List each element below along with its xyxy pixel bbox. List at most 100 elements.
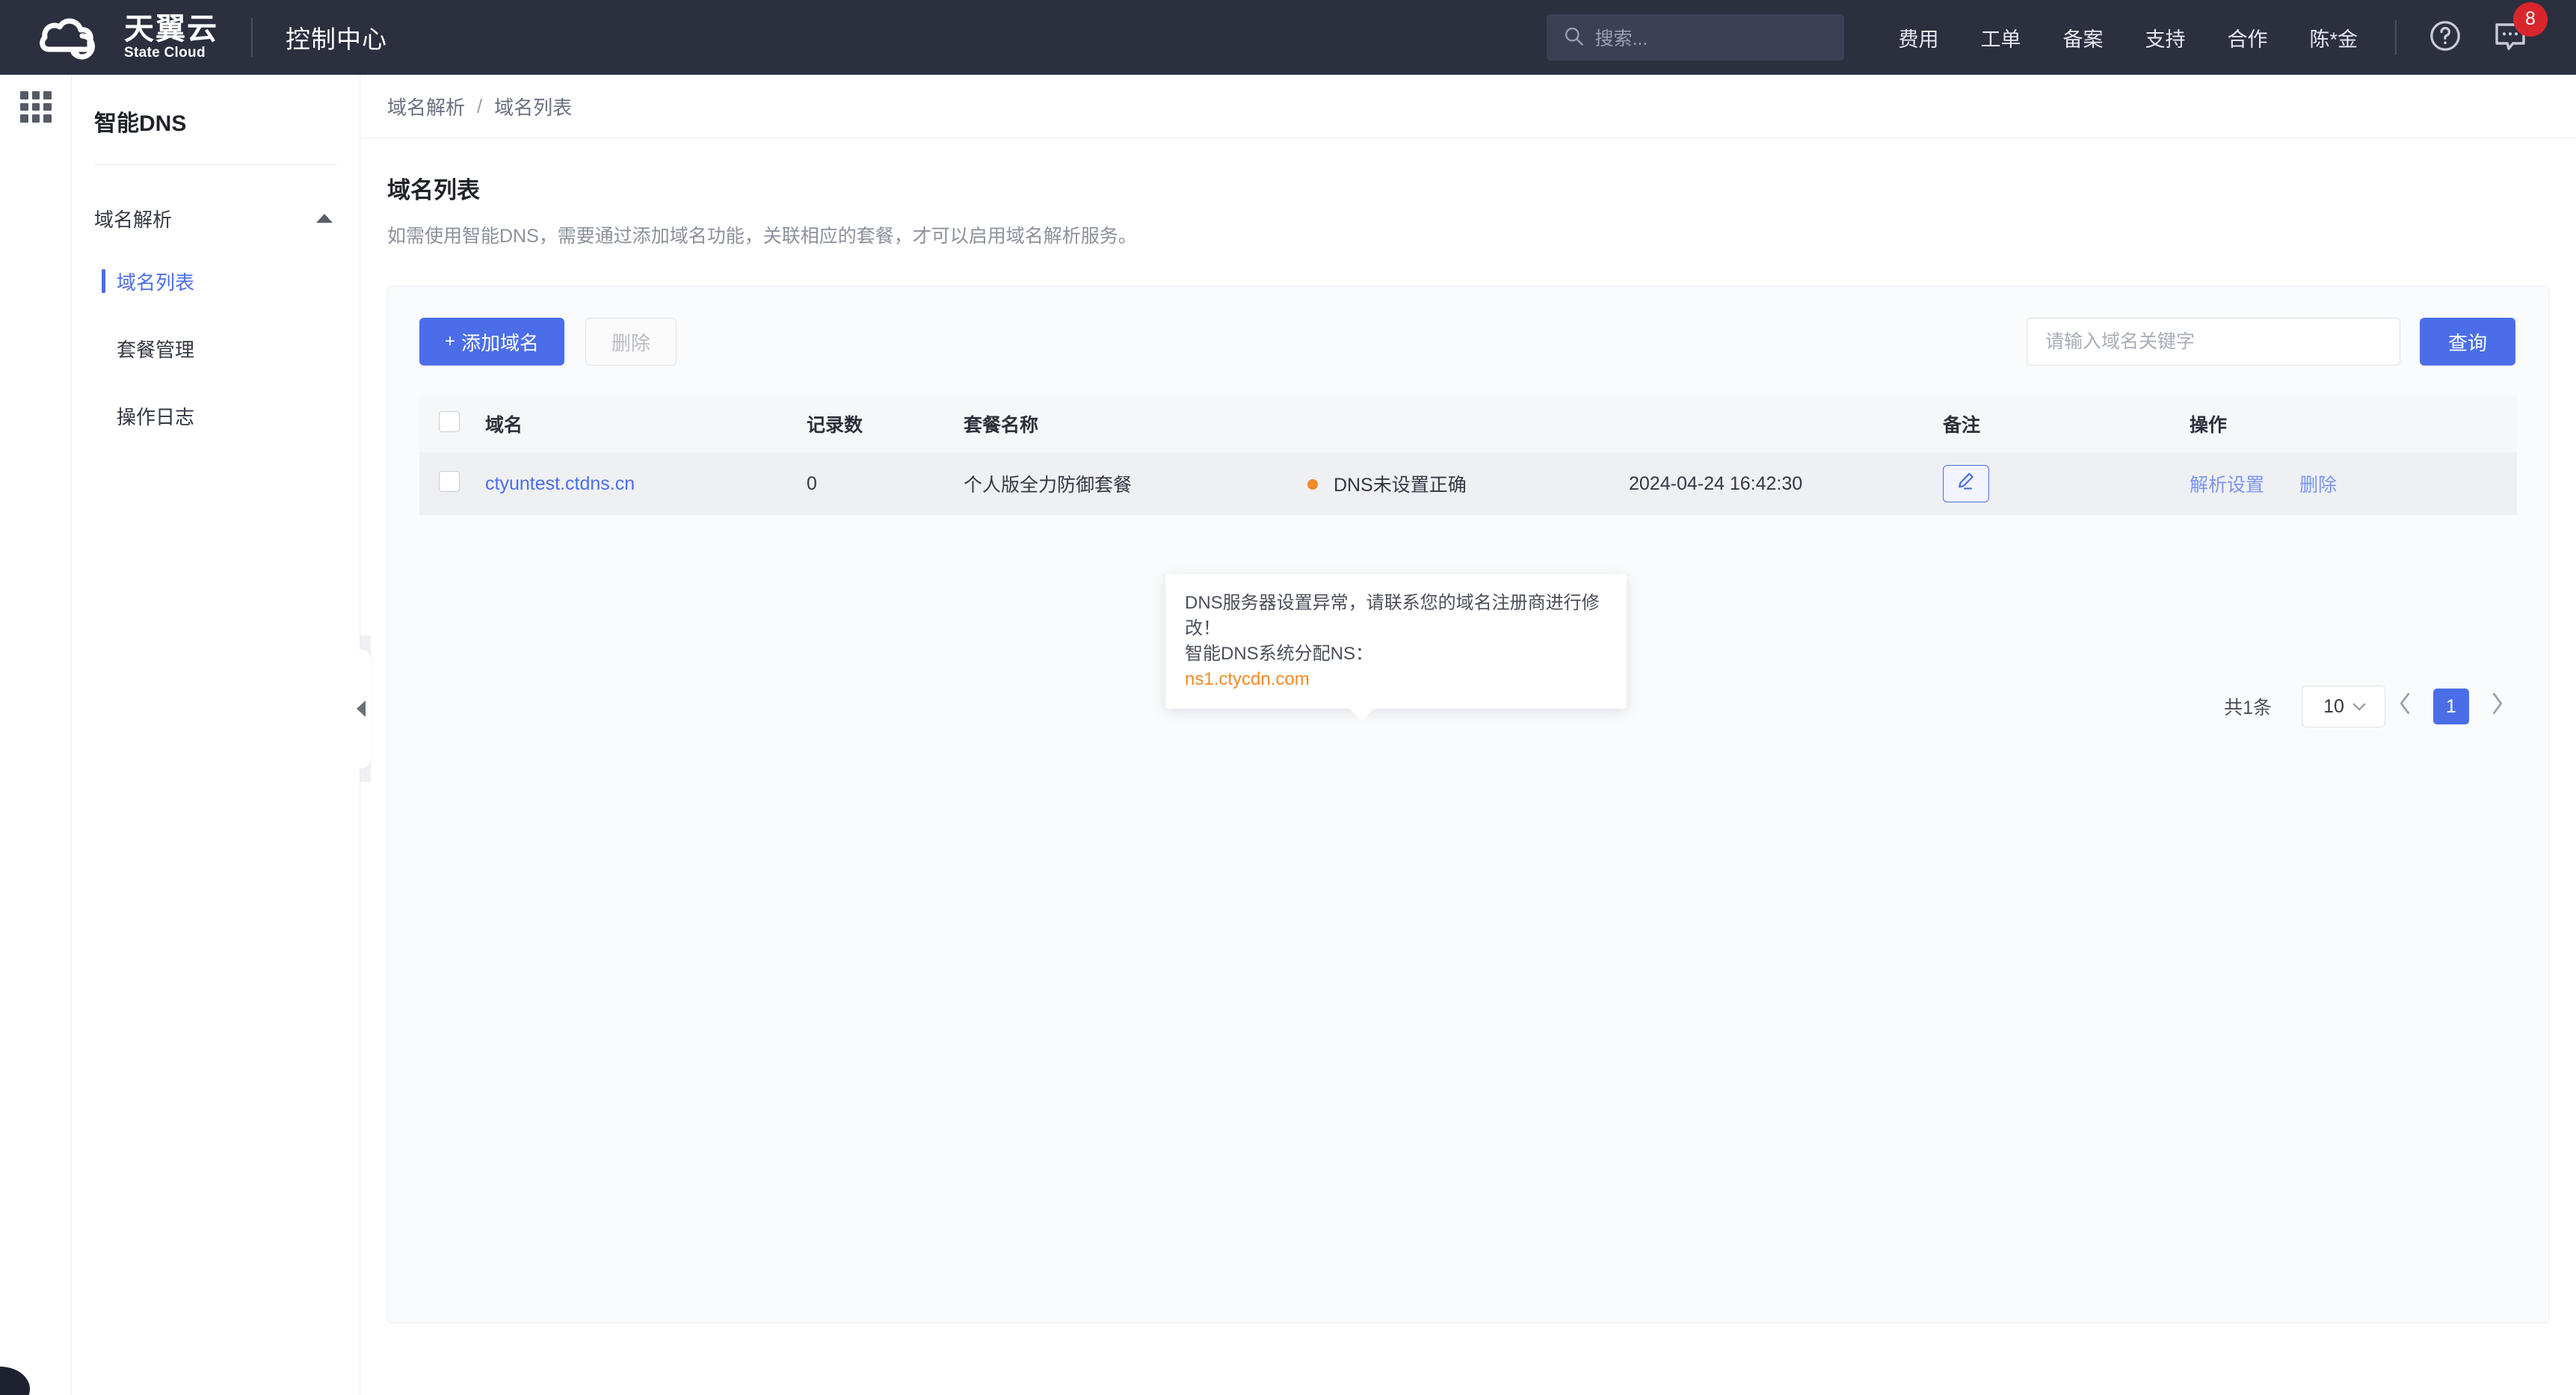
domain-table: 域名 记录数 套餐名称 备注 操作 ctyuntest.ctdns.cn 0 个… bbox=[419, 395, 2517, 515]
add-domain-label: 添加域名 bbox=[461, 331, 540, 354]
chevron-down-icon bbox=[2352, 698, 2366, 711]
header-right-divider bbox=[2395, 20, 2397, 55]
action-delete[interactable]: 删除 bbox=[2299, 475, 2337, 496]
nav-item-support[interactable]: 支持 bbox=[2124, 23, 2206, 52]
chevron-up-icon bbox=[316, 214, 333, 223]
sidebar-title: 智能DNS bbox=[94, 111, 187, 136]
header-records: 记录数 bbox=[807, 395, 964, 452]
header-right-group: 搜索... 费用 工单 备案 支持 合作 陈*金 8 bbox=[1547, 1, 2548, 61]
domain-keyword-input[interactable] bbox=[2026, 318, 2400, 366]
cell-domain: ctyuntest.ctdns.cn bbox=[485, 452, 807, 515]
corner-decoration bbox=[0, 1367, 30, 1395]
pagination: 共1条 10 1 bbox=[2224, 686, 2517, 727]
global-search-placeholder: 搜索... bbox=[1594, 28, 1648, 49]
cell-plan: 个人版全力防御套餐 bbox=[964, 452, 1307, 515]
tooltip-line-2: 智能DNS系统分配NS： bbox=[1185, 644, 1374, 665]
select-all-header bbox=[419, 395, 485, 452]
message-count-badge: 8 bbox=[2513, 1, 2548, 37]
global-search-box[interactable]: 搜索... bbox=[1547, 14, 1845, 61]
brand-logo[interactable]: 天翼云 State Cloud bbox=[39, 13, 218, 61]
query-button[interactable]: 查询 bbox=[2419, 318, 2515, 366]
dns-status-tooltip: DNS服务器设置异常，请联系您的域名注册商进行修改！ 智能DNS系统分配NS： … bbox=[1165, 574, 1627, 722]
sidebar-group-label: 域名解析 bbox=[94, 208, 173, 231]
row-checkbox[interactable] bbox=[439, 470, 460, 492]
logo-text-cn: 天翼云 bbox=[124, 13, 218, 46]
breadcrumb-separator: / bbox=[477, 94, 483, 117]
sidebar-item-label: 操作日志 bbox=[117, 405, 195, 428]
chevron-right-icon bbox=[2489, 692, 2506, 721]
plus-icon: + bbox=[445, 331, 456, 351]
sidebar-divider bbox=[94, 164, 337, 165]
sidebar-collapse-button[interactable] bbox=[351, 649, 371, 769]
sidebar-item-domain-list[interactable]: 域名列表 bbox=[72, 256, 360, 306]
page-size-select[interactable]: 10 bbox=[2302, 686, 2385, 727]
question-circle-icon bbox=[2428, 19, 2462, 57]
chevron-left-icon bbox=[357, 700, 366, 717]
tooltip-line-1: DNS服务器设置异常，请联系您的域名注册商进行修改！ bbox=[1185, 593, 1600, 639]
edit-pencil-icon bbox=[1955, 470, 1977, 498]
nav-item-fees[interactable]: 费用 bbox=[1877, 23, 1959, 52]
table-body: ctyuntest.ctdns.cn 0 个人版全力防御套餐 DNS未设置正确 … bbox=[419, 452, 2517, 515]
header-domain: 域名 bbox=[485, 395, 807, 452]
nav-item-icp[interactable]: 备案 bbox=[2042, 23, 2124, 52]
page-description: 如需使用智能DNS，需要通过添加域名功能，关联相应的套餐，才可以启用域名解析服务… bbox=[387, 226, 1137, 247]
grid-apps-icon[interactable] bbox=[20, 91, 52, 123]
sidebar-group-dns-resolution[interactable]: 域名解析 bbox=[72, 198, 360, 238]
help-button[interactable] bbox=[2428, 19, 2462, 57]
status-badge: DNS未设置正确 bbox=[1333, 475, 1467, 496]
table-row: ctyuntest.ctdns.cn 0 个人版全力防御套餐 DNS未设置正确 … bbox=[419, 452, 2517, 515]
cell-remark bbox=[1943, 452, 2190, 515]
messages-button[interactable]: 8 bbox=[2492, 1, 2548, 57]
cell-created-time: 2024-04-24 16:42:30 bbox=[1629, 452, 1943, 515]
page-header: 域名列表 如需使用智能DNS，需要通过添加域名功能，关联相应的套餐，才可以启用域… bbox=[360, 138, 2576, 248]
content-panel: + 添加域名 删除 查询 域名 记录数 套 bbox=[387, 286, 2549, 1323]
cloud-logo-icon bbox=[39, 15, 117, 60]
table-toolbar: + 添加域名 删除 查询 bbox=[388, 286, 2548, 366]
left-sidebar: 智能DNS 域名解析 域名列表 套餐管理 操作日志 bbox=[72, 75, 360, 1395]
header-status bbox=[1307, 395, 1629, 452]
pagination-total: 共1条 bbox=[2224, 698, 2272, 718]
sidebar-item-operation-log[interactable]: 操作日志 bbox=[72, 391, 360, 440]
header-remark: 备注 bbox=[1943, 395, 2190, 452]
table-header-row: 域名 记录数 套餐名称 备注 操作 bbox=[419, 395, 2517, 452]
header-divider bbox=[251, 18, 253, 57]
header-created-time bbox=[1629, 395, 1943, 452]
main-content: 域名解析 / 域名列表 域名列表 如需使用智能DNS，需要通过添加域名功能，关联… bbox=[360, 75, 2576, 1395]
top-header-bar: 天翼云 State Cloud 控制中心 搜索... 费用 工单 备案 支持 合… bbox=[0, 0, 2576, 75]
sidebar-item-label: 套餐管理 bbox=[117, 338, 195, 361]
cell-actions: 解析设置 删除 bbox=[2190, 452, 2517, 515]
add-domain-button[interactable]: + 添加域名 bbox=[419, 318, 565, 366]
tooltip-ns-value[interactable]: ns1.ctycdn.com bbox=[1185, 667, 1607, 692]
breadcrumb: 域名解析 / 域名列表 bbox=[360, 75, 2576, 138]
table-search-group: 查询 bbox=[2026, 318, 2548, 366]
chevron-left-icon bbox=[2397, 692, 2413, 721]
select-all-checkbox[interactable] bbox=[439, 410, 460, 432]
page-size-value: 10 bbox=[2323, 695, 2344, 717]
pagination-next-button[interactable] bbox=[2478, 687, 2517, 726]
table-head: 域名 记录数 套餐名称 备注 操作 bbox=[419, 395, 2517, 452]
nav-item-account[interactable]: 陈*金 bbox=[2288, 23, 2379, 52]
nav-item-partner[interactable]: 合作 bbox=[2206, 23, 2288, 52]
sidebar-item-label: 域名列表 bbox=[117, 271, 195, 294]
logo-text-en: State Cloud bbox=[124, 45, 206, 61]
action-resolution-settings[interactable]: 解析设置 bbox=[2190, 475, 2264, 496]
cell-status: DNS未设置正确 bbox=[1307, 452, 1629, 515]
app-root: 天翼云 State Cloud 控制中心 搜索... 费用 工单 备案 支持 合… bbox=[0, 0, 2576, 1395]
console-title: 控制中心 bbox=[286, 25, 387, 53]
app-rail bbox=[0, 75, 72, 1395]
header-plan: 套餐名称 bbox=[964, 395, 1307, 452]
header-action: 操作 bbox=[2190, 395, 2517, 452]
pagination-page-1[interactable]: 1 bbox=[2433, 689, 2469, 724]
status-dot-icon bbox=[1307, 479, 1318, 490]
domain-link[interactable]: ctyuntest.ctdns.cn bbox=[485, 473, 635, 494]
breadcrumb-parent[interactable]: 域名解析 bbox=[387, 93, 465, 120]
delete-button[interactable]: 删除 bbox=[585, 318, 677, 366]
cell-records: 0 bbox=[807, 452, 964, 515]
page-title: 域名列表 bbox=[387, 177, 480, 203]
sidebar-item-plan-management[interactable]: 套餐管理 bbox=[72, 324, 360, 373]
edit-remark-button[interactable] bbox=[1943, 465, 1989, 502]
nav-item-tickets[interactable]: 工单 bbox=[1959, 23, 2042, 52]
search-icon bbox=[1563, 25, 1584, 50]
pagination-prev-button[interactable] bbox=[2385, 687, 2424, 726]
row-select-cell bbox=[419, 452, 485, 515]
